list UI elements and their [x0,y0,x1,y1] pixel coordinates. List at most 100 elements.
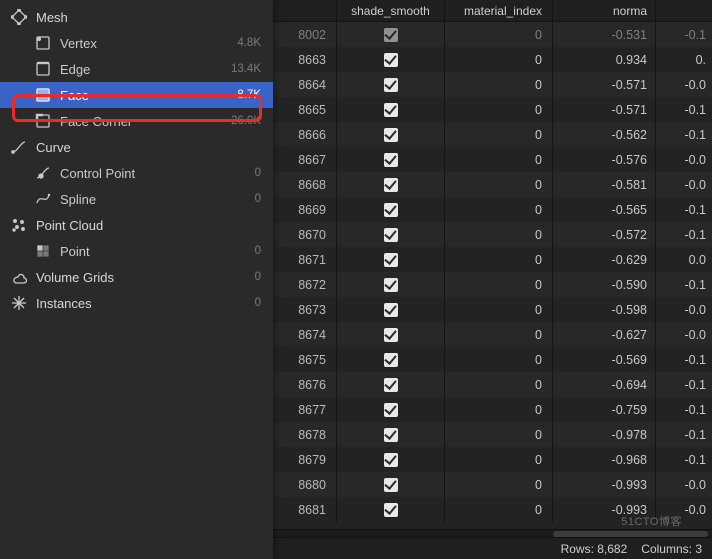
table-row[interactable]: 86690-0.565-0.1 [273,197,712,222]
cell-shade-smooth [337,172,445,197]
status-rows-value: 8,682 [597,542,627,556]
cell-index: 8679 [273,447,337,472]
table-row[interactable]: 86750-0.569-0.1 [273,347,712,372]
checkbox-checked-icon [384,303,398,317]
domain-volume-grids-count: 0 [255,271,261,283]
cell-normal-y: 0. [656,47,712,72]
point-icon [34,242,52,260]
table-row[interactable]: 80020-0.531-0.1 [273,22,712,47]
col-index-header[interactable] [273,0,337,21]
cell-normal-x: -0.590 [553,272,656,297]
status-bar: Rows: 8,682 Columns: 3 [273,537,712,559]
domain-volume-grids-label: Volume Grids [36,270,114,285]
domain-mesh[interactable]: Mesh [0,4,273,30]
cell-material-index: 0 [445,22,553,47]
domain-vertex[interactable]: Vertex 4.8K [0,30,273,56]
cell-normal-y: -0.1 [656,397,712,422]
cell-normal-y: -0.1 [656,447,712,472]
domain-instances[interactable]: Instances 0 [0,290,273,316]
table-row[interactable]: 86720-0.590-0.1 [273,272,712,297]
horizontal-scrollbar[interactable] [273,529,712,537]
col-material-index-header[interactable]: material_index [445,0,553,21]
cell-shade-smooth [337,47,445,72]
domain-face-corner[interactable]: Face Corner 26.0K [0,108,273,134]
table-row[interactable]: 86730-0.598-0.0 [273,297,712,322]
edge-icon [34,60,52,78]
domain-curve[interactable]: Curve [0,134,273,160]
table-row[interactable]: 86670-0.576-0.0 [273,147,712,172]
domain-face-corner-count: 26.0K [231,115,261,127]
table-row[interactable]: 86640-0.571-0.0 [273,72,712,97]
cell-shade-smooth [337,347,445,372]
table-row[interactable]: 86680-0.581-0.0 [273,172,712,197]
cell-index: 8663 [273,47,337,72]
domain-point-label: Point [60,244,90,259]
checkbox-checked-icon [384,378,398,392]
spreadsheet-body[interactable]: 80020-0.531-0.1866300.9340.86640-0.571-0… [273,22,712,529]
cell-material-index: 0 [445,47,553,72]
cell-shade-smooth [337,297,445,322]
table-row[interactable]: 86760-0.694-0.1 [273,372,712,397]
cell-shade-smooth [337,72,445,97]
face-corner-icon [34,112,52,130]
cell-normal-x: -0.571 [553,97,656,122]
cell-normal-x: -0.571 [553,72,656,97]
cell-index: 8666 [273,122,337,147]
cell-index: 8664 [273,72,337,97]
cell-normal-x: -0.629 [553,247,656,272]
col-shade-smooth-header[interactable]: shade_smooth [337,0,445,21]
table-row[interactable]: 86770-0.759-0.1 [273,397,712,422]
checkbox-checked-icon [384,153,398,167]
cell-material-index: 0 [445,372,553,397]
cell-shade-smooth [337,197,445,222]
checkbox-checked-icon [384,503,398,517]
domain-volume-grids[interactable]: Volume Grids 0 [0,264,273,290]
cell-index: 8672 [273,272,337,297]
cell-shade-smooth [337,222,445,247]
domain-face-label: Face [60,88,89,103]
domain-spline[interactable]: Spline 0 [0,186,273,212]
domain-face[interactable]: Face 8.7K [0,82,273,108]
table-row[interactable]: 86700-0.572-0.1 [273,222,712,247]
domain-control-point-count: 0 [255,167,261,179]
checkbox-checked-icon [384,403,398,417]
domain-spline-count: 0 [255,193,261,205]
checkbox-checked-icon [384,478,398,492]
cell-shade-smooth [337,372,445,397]
domain-spline-label: Spline [60,192,96,207]
curve-icon [10,138,28,156]
cell-normal-y: -0.1 [656,372,712,397]
table-row[interactable]: 86790-0.968-0.1 [273,447,712,472]
cell-index: 8681 [273,497,337,522]
cell-material-index: 0 [445,397,553,422]
domain-point[interactable]: Point 0 [0,238,273,264]
domain-edge[interactable]: Edge 13.4K [0,56,273,82]
domain-vertex-count: 4.8K [237,37,261,49]
face-icon [34,86,52,104]
cell-shade-smooth [337,322,445,347]
table-row[interactable]: 866300.9340. [273,47,712,72]
domain-face-corner-label: Face Corner [60,114,132,129]
table-row[interactable]: 86650-0.571-0.1 [273,97,712,122]
checkbox-checked-icon [384,428,398,442]
checkbox-checked-icon [384,103,398,117]
cell-shade-smooth [337,147,445,172]
col-normal-y-header[interactable] [656,0,712,21]
cell-shade-smooth [337,272,445,297]
domain-pointcloud[interactable]: Point Cloud [0,212,273,238]
table-row[interactable]: 86710-0.6290.0 [273,247,712,272]
table-row[interactable]: 86740-0.627-0.0 [273,322,712,347]
table-row[interactable]: 86660-0.562-0.1 [273,122,712,147]
table-row[interactable]: 86810-0.993-0.0 [273,497,712,522]
horizontal-scrollbar-thumb[interactable] [553,531,708,537]
cell-normal-y: -0.1 [656,272,712,297]
vertex-icon [34,34,52,52]
domain-edge-count: 13.4K [231,63,261,75]
domain-control-point[interactable]: Control Point 0 [0,160,273,186]
instances-icon [10,294,28,312]
col-normal-header[interactable]: norma [553,0,656,21]
table-row[interactable]: 86800-0.993-0.0 [273,472,712,497]
cell-index: 8665 [273,97,337,122]
table-row[interactable]: 86780-0.978-0.1 [273,422,712,447]
status-cols-label: Columns: [641,542,692,556]
